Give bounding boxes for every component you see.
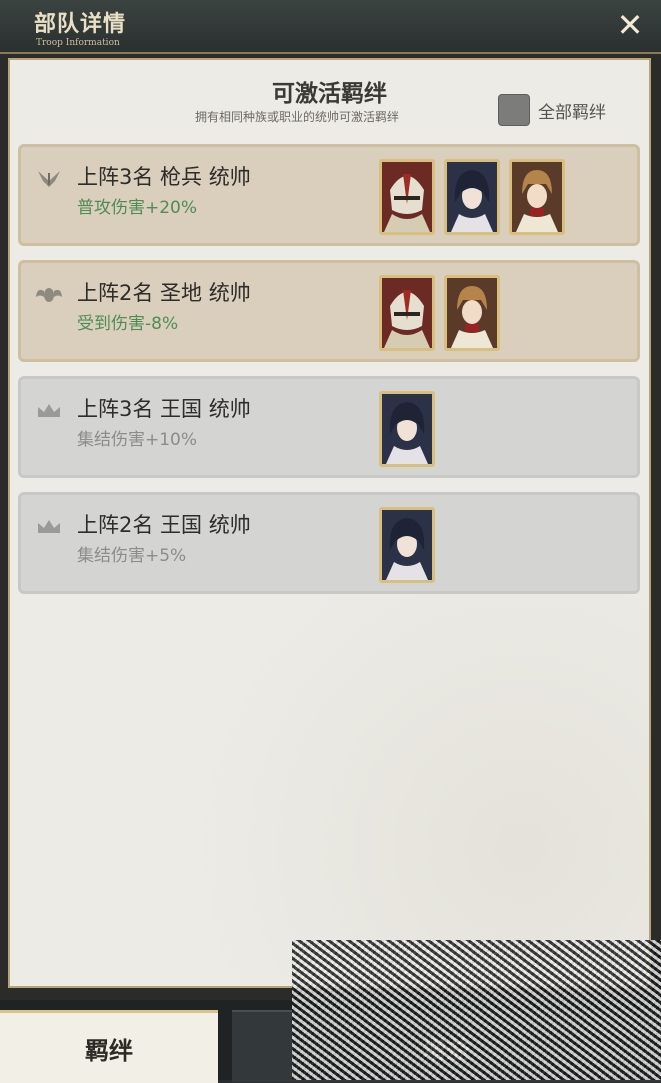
bond-title: 上阵3名 王国 统帅: [77, 397, 251, 421]
portrait-dark-haired-man[interactable]: [444, 159, 500, 235]
portrait-helmeted-knight[interactable]: [379, 159, 435, 235]
bond-title: 上阵2名 王国 统帅: [77, 513, 251, 537]
winged-emblem-icon: [36, 288, 62, 302]
tab-bonds[interactable]: 羁绊: [0, 1010, 218, 1083]
window-subtitle: Troop Information: [36, 38, 120, 48]
bond-effect: 受到伤害-8%: [77, 314, 179, 334]
bond-effect: 普攻伤害+20%: [77, 198, 198, 218]
crown-icon: [38, 404, 60, 417]
bond-panel: 可激活羁绊 拥有相同种族或职业的统帅可激活羁绊 全部羁绊 上阵3名 枪兵 统帅 …: [8, 58, 651, 988]
show-all-checkbox[interactable]: [498, 94, 530, 126]
show-all-bonds-toggle[interactable]: 全部羁绊: [498, 94, 606, 126]
crown-icon: [38, 520, 60, 533]
section-subtitle: 拥有相同种族或职业的统帅可激活羁绊: [195, 110, 400, 124]
portrait-blond-man[interactable]: [509, 159, 565, 235]
portrait-dark-haired-man[interactable]: [379, 507, 435, 583]
portrait-blond-man[interactable]: [444, 275, 500, 351]
window-title: 部队详情: [34, 11, 127, 37]
window-header: 部队详情 Troop Information ✕: [0, 0, 661, 54]
bond-card[interactable]: 上阵3名 王国 统帅 集结伤害+10%: [18, 376, 640, 478]
close-button[interactable]: ✕: [615, 9, 645, 41]
bond-card[interactable]: 上阵3名 枪兵 统帅 普攻伤害+20%: [18, 144, 640, 246]
bond-effect: 集结伤害+10%: [77, 430, 198, 450]
bond-title: 上阵3名 枪兵 统帅: [77, 165, 251, 189]
bond-title: 上阵2名 圣地 统帅: [77, 281, 251, 305]
portrait-helmeted-knight[interactable]: [379, 275, 435, 351]
bond-card[interactable]: 上阵2名 王国 统帅 集结伤害+5%: [18, 492, 640, 594]
portrait-dark-haired-man[interactable]: [379, 391, 435, 467]
show-all-label: 全部羁绊: [538, 102, 606, 123]
obscured-noise-overlay: [292, 940, 661, 1080]
bond-effect: 集结伤害+5%: [77, 546, 187, 566]
spear-icon: [38, 171, 60, 187]
troop-info-window: 部队详情 Troop Information ✕ 可激活羁绊 拥有相同种族或职业…: [0, 0, 661, 1000]
bond-card[interactable]: 上阵2名 圣地 统帅 受到伤害-8%: [18, 260, 640, 362]
